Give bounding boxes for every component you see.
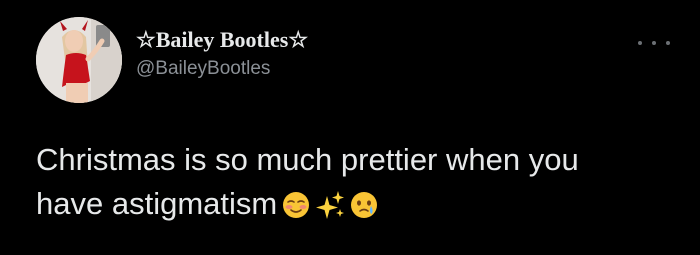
display-name[interactable]: ☆Bailey Bootles☆ (136, 25, 308, 55)
face-holding-back-tears-emoji (349, 188, 379, 232)
avatar-photo (36, 17, 122, 103)
tweet-text-line-1: Christmas is so much prettier when you (36, 142, 579, 177)
tweet-text: Christmas is so much prettier when you h… (36, 138, 676, 232)
more-options-icon[interactable] (638, 36, 670, 50)
tweet-text-line-2: have astigmatism (36, 182, 676, 232)
tweet-card: ☆Bailey Bootles☆ @BaileyBootles Christma… (0, 0, 700, 255)
tweet-text-line-2-words: have astigmatism (36, 186, 278, 221)
avatar[interactable] (36, 17, 122, 103)
smiling-face-emoji (281, 188, 311, 232)
user-handle[interactable]: @BaileyBootles (136, 55, 308, 83)
sparkles-emoji (315, 188, 345, 232)
tweet-header: ☆Bailey Bootles☆ @BaileyBootles (136, 25, 308, 83)
